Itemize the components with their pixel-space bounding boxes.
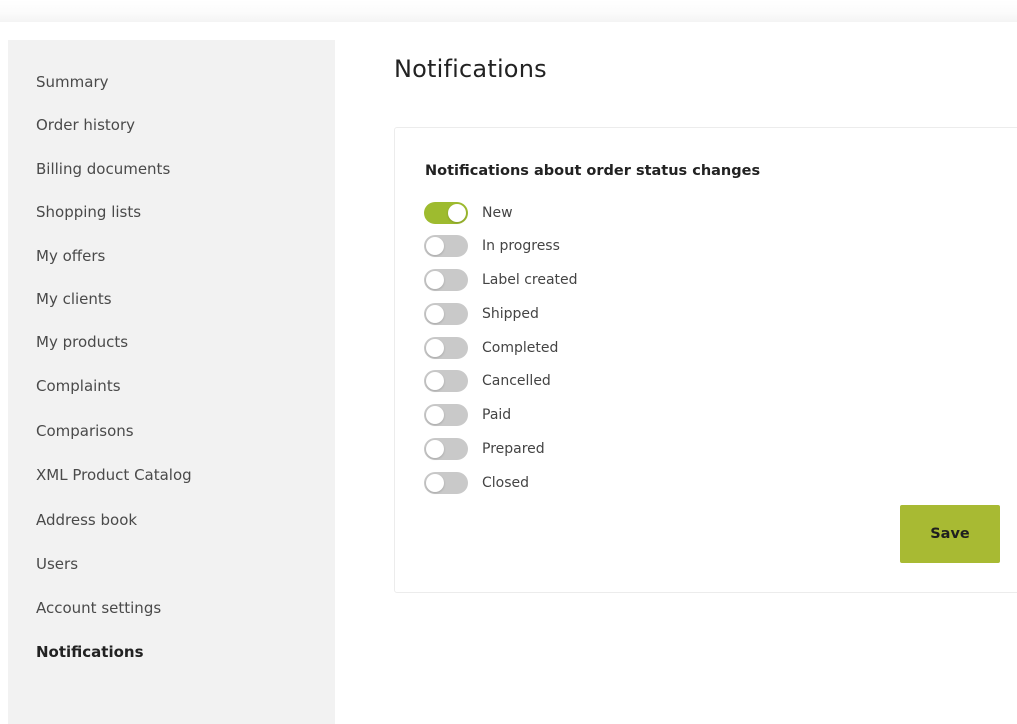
toggle-row-paid: Paid bbox=[424, 404, 724, 426]
sidebar-item-my-offers[interactable]: My offers bbox=[36, 246, 105, 266]
sidebar-item-my-products[interactable]: My products bbox=[36, 332, 128, 352]
toggle-prepared[interactable] bbox=[424, 438, 468, 460]
sidebar-item-order-history[interactable]: Order history bbox=[36, 115, 135, 135]
toggle-new[interactable] bbox=[424, 202, 468, 224]
sidebar-nav: Summary Order history Billing documents … bbox=[8, 40, 335, 724]
toggle-row-label-created: Label created bbox=[424, 269, 724, 291]
toggle-knob bbox=[426, 474, 444, 492]
toggle-label-prepared: Prepared bbox=[482, 441, 545, 457]
toggle-row-new: New bbox=[424, 202, 724, 224]
sidebar-item-complaints[interactable]: Complaints bbox=[36, 376, 121, 396]
toggle-row-in-progress: In progress bbox=[424, 235, 724, 257]
toggle-shipped[interactable] bbox=[424, 303, 468, 325]
section-title: Notifications about order status changes bbox=[425, 163, 761, 179]
toggle-knob bbox=[426, 339, 444, 357]
sidebar-item-my-clients[interactable]: My clients bbox=[36, 289, 112, 309]
toggle-label-closed: Closed bbox=[482, 475, 530, 491]
toggle-knob bbox=[426, 406, 444, 424]
toggle-row-cancelled: Cancelled bbox=[424, 370, 724, 392]
toggle-knob bbox=[426, 237, 444, 255]
save-button[interactable]: Save bbox=[900, 505, 1000, 563]
sidebar-item-xml-product-catalog[interactable]: XML Product Catalog bbox=[36, 465, 192, 485]
page-title: Notifications bbox=[394, 55, 547, 83]
sidebar-item-account-settings[interactable]: Account settings bbox=[36, 598, 161, 618]
toggle-row-completed: Completed bbox=[424, 337, 724, 359]
toggle-label-completed: Completed bbox=[482, 340, 559, 356]
toggle-label-label-created: Label created bbox=[482, 272, 578, 288]
toggle-knob bbox=[426, 372, 444, 390]
toggle-row-shipped: Shipped bbox=[424, 303, 724, 325]
sidebar-item-shopping-lists[interactable]: Shopping lists bbox=[36, 202, 141, 222]
top-divider bbox=[0, 0, 1017, 22]
sidebar-item-comparisons[interactable]: Comparisons bbox=[36, 421, 134, 441]
toggle-completed[interactable] bbox=[424, 337, 468, 359]
toggle-label-paid: Paid bbox=[482, 407, 512, 423]
toggle-knob bbox=[448, 204, 466, 222]
toggle-row-closed: Closed bbox=[424, 472, 724, 494]
toggle-knob bbox=[426, 271, 444, 289]
toggle-knob bbox=[426, 440, 444, 458]
sidebar-item-billing-documents[interactable]: Billing documents bbox=[36, 159, 170, 179]
toggle-paid[interactable] bbox=[424, 404, 468, 426]
toggle-closed[interactable] bbox=[424, 472, 468, 494]
toggle-label-shipped: Shipped bbox=[482, 306, 539, 322]
toggle-label-new: New bbox=[482, 205, 513, 221]
sidebar-item-address-book[interactable]: Address book bbox=[36, 510, 137, 530]
toggle-in-progress[interactable] bbox=[424, 235, 468, 257]
toggle-label-created[interactable] bbox=[424, 269, 468, 291]
sidebar-item-summary[interactable]: Summary bbox=[36, 72, 109, 92]
toggle-row-prepared: Prepared bbox=[424, 438, 724, 460]
toggle-label-cancelled: Cancelled bbox=[482, 373, 551, 389]
notifications-card: Notifications about order status changes… bbox=[394, 127, 1017, 593]
toggle-knob bbox=[426, 305, 444, 323]
sidebar-item-notifications[interactable]: Notifications bbox=[36, 642, 144, 662]
toggle-label-in-progress: In progress bbox=[482, 238, 560, 254]
sidebar-item-users[interactable]: Users bbox=[36, 554, 78, 574]
toggle-cancelled[interactable] bbox=[424, 370, 468, 392]
